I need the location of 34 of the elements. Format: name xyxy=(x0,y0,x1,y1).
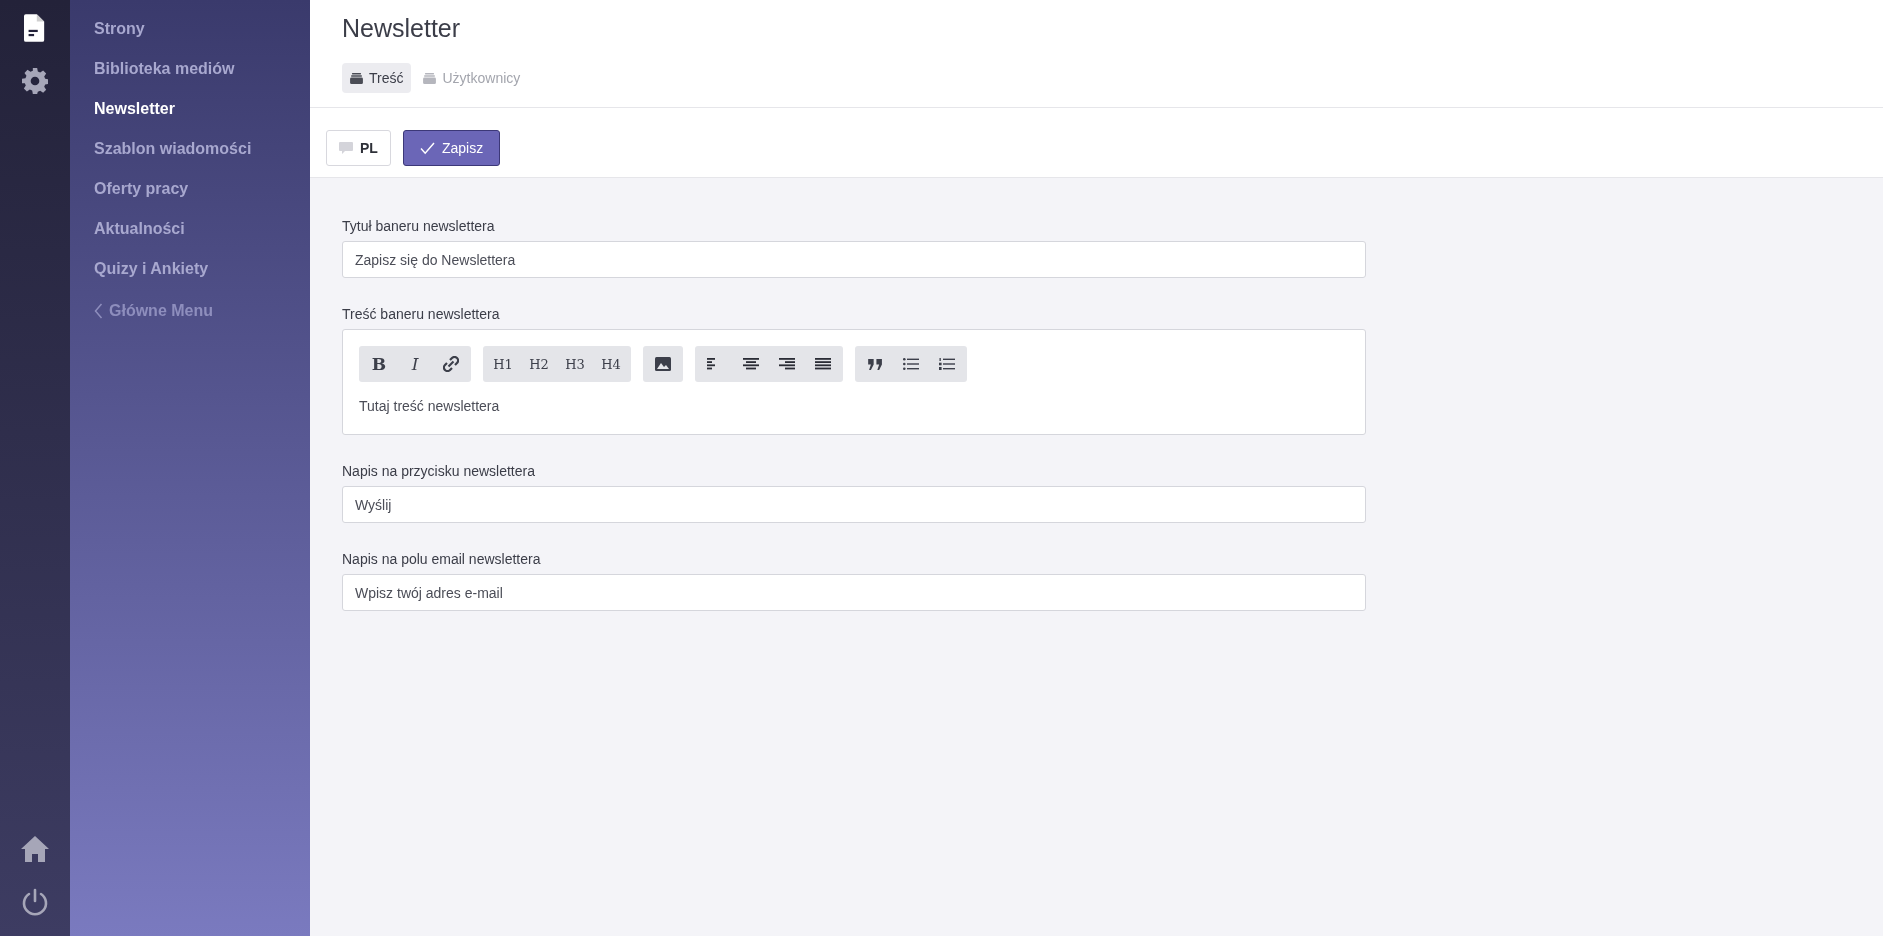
save-button[interactable]: Zapisz xyxy=(402,130,501,166)
sidebar-item[interactable]: Strony xyxy=(94,18,145,58)
input-field[interactable]: Wyślij xyxy=(342,486,1366,523)
home-icon[interactable] xyxy=(21,836,49,862)
editor-text: Tutaj treść newslettera xyxy=(359,398,501,414)
settings-icon[interactable] xyxy=(22,68,48,94)
bold-button[interactable]: B xyxy=(361,346,397,382)
sidebar-item[interactable]: Szablon wiadomości xyxy=(94,138,252,178)
field-label: Tytuł baneru newslettera xyxy=(342,218,495,234)
text-editor[interactable]: B I H1 H2 H3 H4 Tutaj treść newslettera xyxy=(342,329,1366,435)
heading-button[interactable]: H1 xyxy=(485,346,521,382)
input-field[interactable]: Zapisz się do Newslettera xyxy=(342,241,1366,278)
speech-bubble-icon xyxy=(339,141,353,155)
input-field[interactable]: Wpisz twój adres e-mail xyxy=(342,574,1366,611)
tray-icon xyxy=(423,72,437,84)
checkmark-icon xyxy=(419,141,435,155)
sidebar-item[interactable]: Newsletter xyxy=(94,98,175,138)
sidebar-item[interactable]: Oferty pracy xyxy=(94,178,189,218)
sidebar-item[interactable]: Aktualności xyxy=(94,218,185,258)
document-icon[interactable] xyxy=(24,14,46,42)
page-title: Newsletter xyxy=(342,14,462,43)
tray-icon xyxy=(350,72,363,84)
heading-button[interactable]: H3 xyxy=(557,346,593,382)
field-label: Napis na polu email newslettera xyxy=(342,551,541,567)
power-icon[interactable] xyxy=(21,888,49,916)
tab[interactable]: Treść xyxy=(342,63,412,93)
chevron-left-icon xyxy=(94,303,103,319)
heading-button[interactable]: H2 xyxy=(521,346,557,382)
sidebar-item[interactable]: Biblioteka mediów xyxy=(94,58,235,98)
language-button[interactable]: PL xyxy=(326,130,391,166)
heading-button[interactable]: H4 xyxy=(593,346,629,382)
field-label: Treść baneru newslettera xyxy=(342,306,500,322)
field-label: Napis na przycisku newslettera xyxy=(342,463,535,479)
italic-button[interactable]: I xyxy=(397,346,433,382)
